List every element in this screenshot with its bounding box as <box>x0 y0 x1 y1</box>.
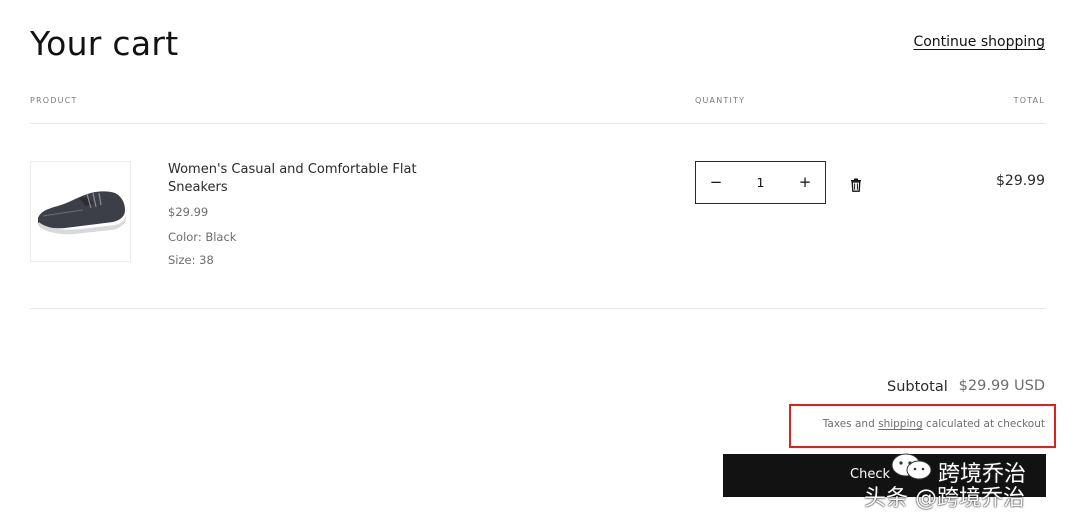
checkout-button[interactable]: Check <box>723 454 1046 497</box>
divider <box>30 308 1045 309</box>
sneaker-image <box>38 191 126 235</box>
product-thumbnail[interactable] <box>30 161 131 262</box>
tax-note-suffix: calculated at checkout <box>922 418 1045 430</box>
shipping-link[interactable]: shipping <box>878 418 923 430</box>
tax-note-prefix: Taxes and <box>822 418 879 430</box>
trash-icon[interactable] <box>850 177 862 196</box>
decrease-quantity-button[interactable]: − <box>696 162 736 203</box>
line-item-total: $29.99 <box>996 173 1045 189</box>
tax-note: Taxes and shipping calculated at checkou… <box>823 418 1045 430</box>
subtotal-value: $29.99 USD <box>958 378 1045 394</box>
product-unit-price: $29.99 <box>168 205 209 219</box>
column-header-quantity: QUANTITY <box>695 96 746 105</box>
column-header-product: PRODUCT <box>30 96 78 105</box>
column-header-total: TOTAL <box>1013 96 1045 105</box>
increase-quantity-button[interactable]: + <box>785 162 825 203</box>
quantity-stepper: − 1 + <box>695 161 826 204</box>
page-title: Your cart <box>30 24 179 63</box>
divider <box>30 123 1045 124</box>
product-title[interactable]: Women's Casual and Comfortable Flat Snea… <box>168 161 428 197</box>
product-color: Color: Black <box>168 230 237 244</box>
subtotal-label: Subtotal <box>887 379 948 395</box>
product-size: Size: 38 <box>168 253 214 267</box>
checkout-label: Check <box>850 467 890 482</box>
quantity-input[interactable]: 1 <box>736 162 785 203</box>
continue-shopping-link[interactable]: Continue shopping <box>913 34 1045 50</box>
